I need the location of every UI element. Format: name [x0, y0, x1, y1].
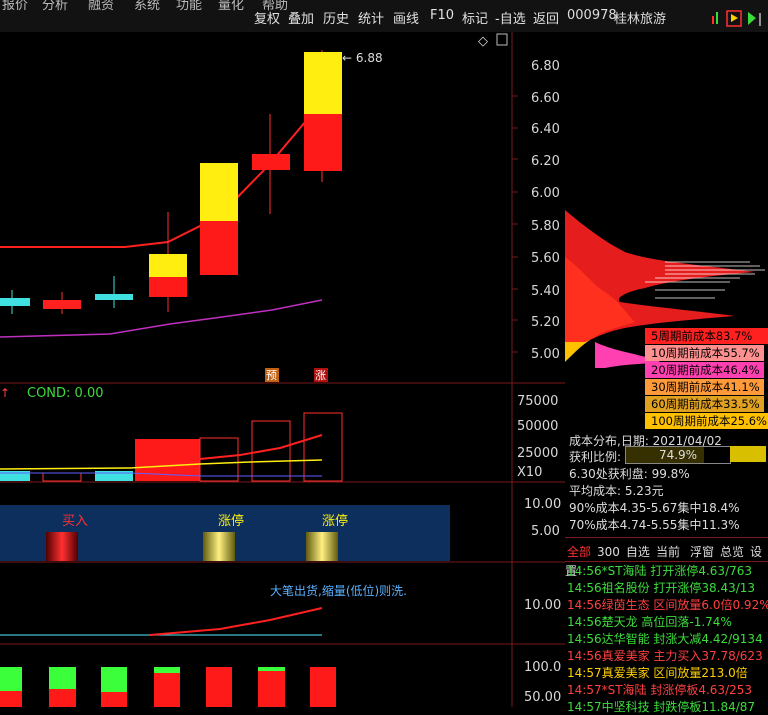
limit-up-bar [306, 532, 338, 561]
cost-70: 70%成本4.74-5.55集中11.3% [569, 518, 740, 532]
diamond-icon[interactable]: ◇ [478, 34, 488, 49]
ma-red-line [0, 101, 323, 248]
news-tabs: 全部 300 自选 当前 浮窗 总览 设置 [565, 537, 768, 578]
overlay-button[interactable]: 叠加 [288, 8, 314, 27]
history-button[interactable]: 历史 [323, 8, 349, 27]
stock-code: 000978 [567, 8, 617, 23]
profit-line: 6.30处获利盘: 99.8% [569, 467, 690, 481]
menu-item[interactable]: 系统 [134, 0, 160, 13]
menu-item[interactable]: 融资 [88, 0, 114, 13]
high-price-value: 6.88 [356, 51, 383, 65]
right-panel: 5周期前成本83.7% 10周期前成本55.7% 20周期前成本46.4% 30… [565, 32, 768, 714]
ma-axis-label: 10.00 [524, 598, 561, 613]
cost-row-5: 5周期前成本83.7% [645, 328, 768, 344]
news-item[interactable]: 14:56绿茵生态 区间放量6.0倍0.92% [567, 596, 768, 613]
candle [0, 298, 30, 306]
axis-label: 5.40 [531, 284, 560, 299]
signal-axis-label: 10.00 [524, 497, 561, 512]
fuquan-button[interactable]: 复权 [254, 8, 280, 27]
f10-button[interactable]: F10 [430, 8, 454, 23]
cost-90: 90%成本4.35-5.67集中18.4% [569, 501, 740, 515]
news-item[interactable]: 14:56*ST海陆 打开涨停4.63/763 [567, 562, 752, 579]
cost-row-100: 100周期前成本25.6% [645, 413, 768, 429]
candle [95, 294, 133, 300]
cost-row-60: 60周期前成本33.5% [645, 396, 764, 412]
axis-label: 6.40 [531, 122, 560, 137]
vol-axis-label: 25000 [517, 446, 558, 461]
bottom-bars [0, 667, 336, 707]
remove-watchlist-button[interactable]: -自选 [495, 8, 526, 27]
menu-item[interactable]: 分析 [42, 0, 68, 13]
window-icon[interactable] [496, 33, 508, 46]
news-item[interactable]: 14:57真爱美家 区间放量213.0倍 [567, 664, 748, 681]
news-item[interactable]: 14:56真爱美家 主力买入37.78/623 [567, 647, 763, 664]
volume-bars [0, 412, 343, 482]
buy-signal-bar [46, 532, 78, 561]
tab-float-window[interactable]: 浮窗 [690, 545, 714, 559]
signal-axis-label: 5.00 [531, 524, 560, 539]
panel-icons [710, 10, 761, 27]
profit-bar-end [730, 446, 766, 462]
limit-up-bar [203, 532, 235, 561]
menu-item[interactable]: 量化 [218, 0, 244, 13]
high-price-label: ← 6.88 [342, 51, 383, 65]
chart-area[interactable]: ◇ 6.80 6.60 6.40 6.20 6.00 5.80 5.60 5.4… [0, 32, 565, 707]
axis-label: 5.20 [531, 315, 560, 330]
tab-watchlist[interactable]: 自选 [626, 545, 650, 559]
limit-up-label: 涨停 [218, 513, 244, 529]
yu-marker: 预 [266, 369, 277, 382]
cost-row-10: 10周期前成本55.7% [645, 345, 764, 361]
axis-label: 5.80 [531, 219, 560, 234]
arrow-icon: ↑ [0, 386, 10, 400]
news-item[interactable]: 14:56达华智能 封涨大减4.42/9134 [567, 630, 763, 647]
vol-axis-label: 50000 [517, 419, 558, 434]
bottom-axis-label: 50.00 [524, 690, 561, 705]
stock-name: 桂林旅游 [614, 12, 667, 27]
bottom-axis-label: 100.0 [524, 660, 561, 675]
axis-label: 5.60 [531, 251, 560, 266]
news-item[interactable]: 14:57*ST海陆 封涨停板4.63/253 [567, 681, 752, 698]
axis-label: 6.00 [531, 186, 560, 201]
avg-cost: 平均成本: 5.23元 [569, 484, 664, 498]
buy-signal-label: 买入 [62, 514, 88, 529]
candlesticks [0, 50, 342, 314]
stats-button[interactable]: 统计 [358, 8, 384, 27]
play-icon[interactable] [748, 12, 756, 25]
price-axis: 6.80 6.60 6.40 6.20 6.00 5.80 5.60 5.40 … [512, 59, 560, 362]
profit-value: 74.9% [658, 448, 698, 462]
axis-label: 6.20 [531, 154, 560, 169]
news-item[interactable]: 14:56楚天龙 高位回落-1.74% [567, 613, 732, 630]
menu-item[interactable]: 报价 [2, 0, 28, 13]
axis-label: 6.80 [531, 59, 560, 74]
profit-bar: 74.9% [625, 446, 731, 464]
candle [149, 254, 187, 277]
candle [43, 300, 81, 309]
profit-label: 获利比例: [569, 450, 622, 464]
grid-icon[interactable] [710, 12, 720, 24]
tab-overview[interactable]: 总览 [720, 545, 744, 559]
tab-all[interactable]: 全部 [567, 545, 591, 559]
vol-axis-label: 75000 [517, 394, 558, 409]
candle [200, 163, 238, 221]
candle [252, 154, 290, 170]
zhang-marker: 涨 [315, 369, 326, 382]
axis-label: 6.60 [531, 91, 560, 106]
tab-300[interactable]: 300 [597, 545, 620, 559]
ma-panel-red-line [149, 607, 323, 636]
ma-panel-text: 大笔出货,缩量(低位)则洗. [270, 583, 407, 598]
back-button[interactable]: 返回 [533, 8, 559, 27]
mark-button[interactable]: 标记 [462, 8, 488, 27]
menu-item[interactable]: 功能 [176, 0, 202, 13]
top-toolbar: 报价 分析 融资 系统 功能 量化 帮助 复权 叠加 历史 统计 画线 F10 … [0, 0, 768, 32]
cost-row-20: 20周期前成本46.4% [645, 362, 764, 378]
tab-current[interactable]: 当前 [656, 545, 680, 559]
limit-up-label: 涨停 [322, 513, 348, 529]
vol-unit: X10 [517, 465, 542, 480]
news-item[interactable]: 14:56祖名股份 打开涨停38.43/13 [567, 579, 755, 596]
cond-label: COND: 0.00 [27, 386, 104, 401]
cost-row-30: 30周期前成本41.1% [645, 379, 764, 395]
draw-line-button[interactable]: 画线 [393, 8, 419, 27]
candle [304, 52, 342, 114]
axis-label: 5.00 [531, 347, 560, 362]
